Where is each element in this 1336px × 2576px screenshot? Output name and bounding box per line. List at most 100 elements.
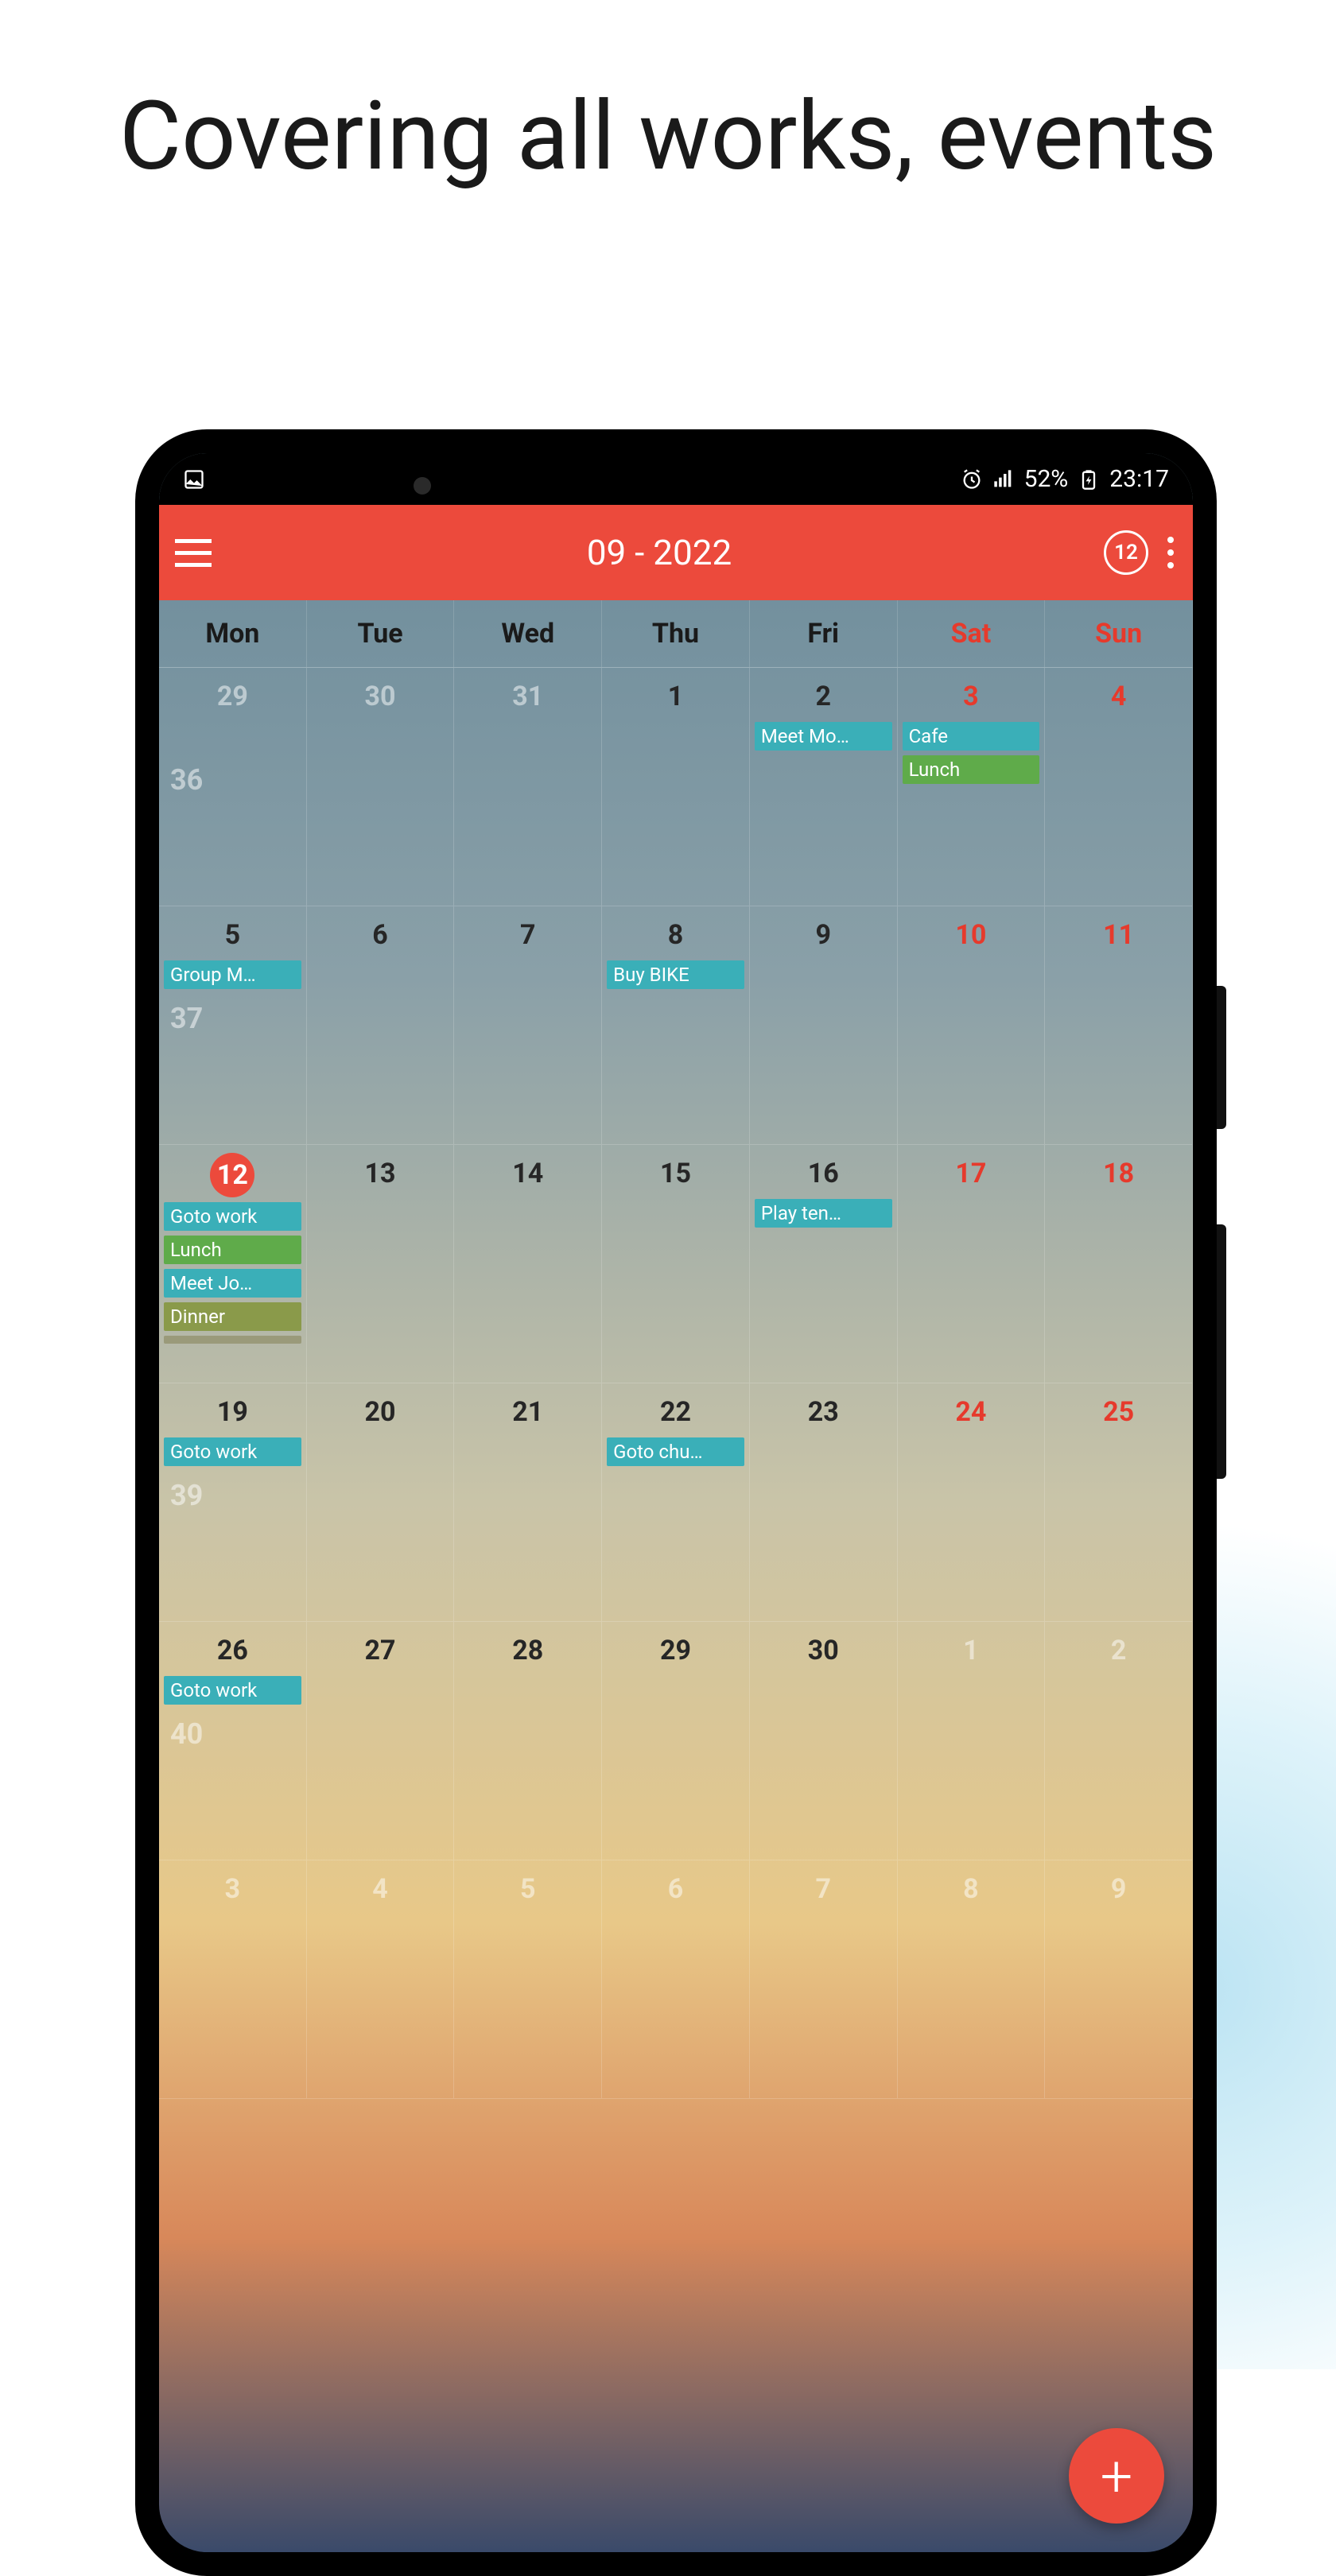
calendar-day[interactable]: 9 (750, 906, 898, 1145)
calendar-day[interactable]: 3 Cafe Lunch (898, 668, 1046, 906)
calendar-day[interactable]: 30 (307, 668, 455, 906)
calendar-day[interactable]: 2 (1045, 1622, 1193, 1860)
calendar-day[interactable]: 16 Play ten… (750, 1145, 898, 1383)
calendar-day[interactable]: 1 (602, 668, 750, 906)
day-number: 1 (903, 1630, 1040, 1671)
image-icon (183, 468, 205, 491)
event-chip[interactable]: Goto work (164, 1676, 301, 1705)
day-number: 19 (164, 1391, 301, 1433)
event-chip[interactable]: Meet Jo… (164, 1269, 301, 1298)
day-number: 29 (164, 676, 301, 717)
event-chip[interactable]: Goto work (164, 1437, 301, 1466)
calendar-day[interactable]: 15 (602, 1145, 750, 1383)
calendar-day[interactable]: 26 40 Goto work (159, 1622, 307, 1860)
calendar-day[interactable]: 22 Goto chu… (602, 1383, 750, 1622)
day-number: 4 (1050, 676, 1187, 717)
calendar-grid: 2936303112Meet Mo…3CafeLunch4537Group M…… (159, 668, 1193, 2099)
calendar-day[interactable]: 17 (898, 1145, 1046, 1383)
marketing-headline: Covering all works, events (0, 0, 1336, 242)
today-button[interactable]: 12 (1104, 530, 1148, 575)
event-chip[interactable]: Goto work (164, 1202, 301, 1231)
day-number: 16 (755, 1153, 892, 1194)
add-event-button[interactable]: + (1069, 2428, 1164, 2524)
calendar-day[interactable]: 4 (1045, 668, 1193, 906)
calendar-day[interactable]: 7 (750, 1860, 898, 2099)
calendar-day[interactable]: 21 (454, 1383, 602, 1622)
day-number: 2 (755, 676, 892, 717)
day-number: 27 (312, 1630, 449, 1671)
calendar-day[interactable]: 12Goto workLunchMeet Jo…Dinner (159, 1145, 307, 1383)
battery-charging-icon (1078, 468, 1100, 491)
calendar-day[interactable]: 7 (454, 906, 602, 1145)
calendar-day[interactable]: 1939Goto work (159, 1383, 307, 1622)
calendar-day[interactable]: 6 (307, 906, 455, 1145)
calendar-day[interactable]: 24 (898, 1383, 1046, 1622)
day-number: 21 (459, 1391, 596, 1433)
weekday-label: Wed (454, 600, 602, 667)
calendar-day[interactable]: 13 (307, 1145, 455, 1383)
event-chip[interactable]: Cafe (903, 722, 1040, 751)
day-number: 10 (903, 914, 1040, 956)
phone-mockup-frame: 52% 23:17 09 - 2022 12 MonTueWedThuFriSa… (135, 429, 1217, 2576)
calendar-day[interactable]: 18 (1045, 1145, 1193, 1383)
day-number: 8 (607, 914, 744, 956)
calendar-day[interactable]: 14 (454, 1145, 602, 1383)
day-number: 3 (903, 676, 1040, 717)
calendar-day[interactable]: 11 (1045, 906, 1193, 1145)
calendar-day[interactable]: 8 Buy BIKE (602, 906, 750, 1145)
calendar-day[interactable]: 2936 (159, 668, 307, 906)
day-number: 11 (1050, 914, 1187, 956)
event-chip[interactable]: Lunch (903, 755, 1040, 784)
day-number: 24 (903, 1391, 1040, 1433)
day-number: 20 (312, 1391, 449, 1433)
weekday-label: Sun (1045, 600, 1193, 667)
event-chip[interactable]: Play ten… (755, 1199, 892, 1228)
calendar-day[interactable]: 23 (750, 1383, 898, 1622)
calendar-day[interactable]: 537Group M… (159, 906, 307, 1145)
calendar-day[interactable]: 27 (307, 1622, 455, 1860)
weekday-label: Fri (750, 600, 898, 667)
week-number: 40 (170, 1717, 203, 1751)
day-number: 26 (164, 1630, 301, 1671)
calendar-day[interactable]: 5 (454, 1860, 602, 2099)
calendar-day[interactable]: 8 (898, 1860, 1046, 2099)
event-chip[interactable]: Dinner (164, 1302, 301, 1331)
calendar-day[interactable]: 10 (898, 906, 1046, 1145)
event-chip[interactable]: Goto chu… (607, 1437, 744, 1466)
calendar-day[interactable]: 30 (750, 1622, 898, 1860)
event-chip[interactable]: Meet Mo… (755, 722, 892, 751)
more-options-button[interactable] (1164, 533, 1177, 572)
day-number: 22 (607, 1391, 744, 1433)
weekday-label: Sat (898, 600, 1046, 667)
day-number: 30 (312, 676, 449, 717)
calendar-day[interactable]: 1 (898, 1622, 1046, 1860)
calendar-day[interactable]: 28 (454, 1622, 602, 1860)
calendar-day[interactable]: 4 (307, 1860, 455, 2099)
calendar-day[interactable]: 6 (602, 1860, 750, 2099)
day-number: 29 (607, 1630, 744, 1671)
day-number: 9 (755, 914, 892, 956)
day-number: 14 (459, 1153, 596, 1194)
event-chip[interactable]: Lunch (164, 1236, 301, 1264)
day-number: 13 (312, 1153, 449, 1194)
weekday-label: Thu (602, 600, 750, 667)
calendar-day[interactable]: 25 (1045, 1383, 1193, 1622)
day-number: 7 (755, 1868, 892, 1910)
event-chip[interactable]: Buy BIKE (607, 960, 744, 989)
calendar-day[interactable]: 31 (454, 668, 602, 906)
event-chip[interactable]: Group M… (164, 960, 301, 989)
calendar-day[interactable]: 20 (307, 1383, 455, 1622)
calendar-day[interactable]: 9 (1045, 1860, 1193, 2099)
battery-percent: 52% (1024, 465, 1069, 493)
phone-screen: 52% 23:17 09 - 2022 12 MonTueWedThuFriSa… (159, 453, 1193, 2552)
more-events-indicator[interactable] (164, 1336, 301, 1344)
weekday-header: MonTueWedThuFriSatSun (159, 600, 1193, 668)
day-number: 30 (755, 1630, 892, 1671)
calendar-day[interactable]: 2 Meet Mo… (750, 668, 898, 906)
day-number: 2 (1050, 1630, 1187, 1671)
day-number: 25 (1050, 1391, 1187, 1433)
calendar-day[interactable]: 29 (602, 1622, 750, 1860)
month-year-title[interactable]: 09 - 2022 (215, 532, 1104, 573)
menu-button[interactable] (175, 533, 215, 572)
calendar-day[interactable]: 3 (159, 1860, 307, 2099)
